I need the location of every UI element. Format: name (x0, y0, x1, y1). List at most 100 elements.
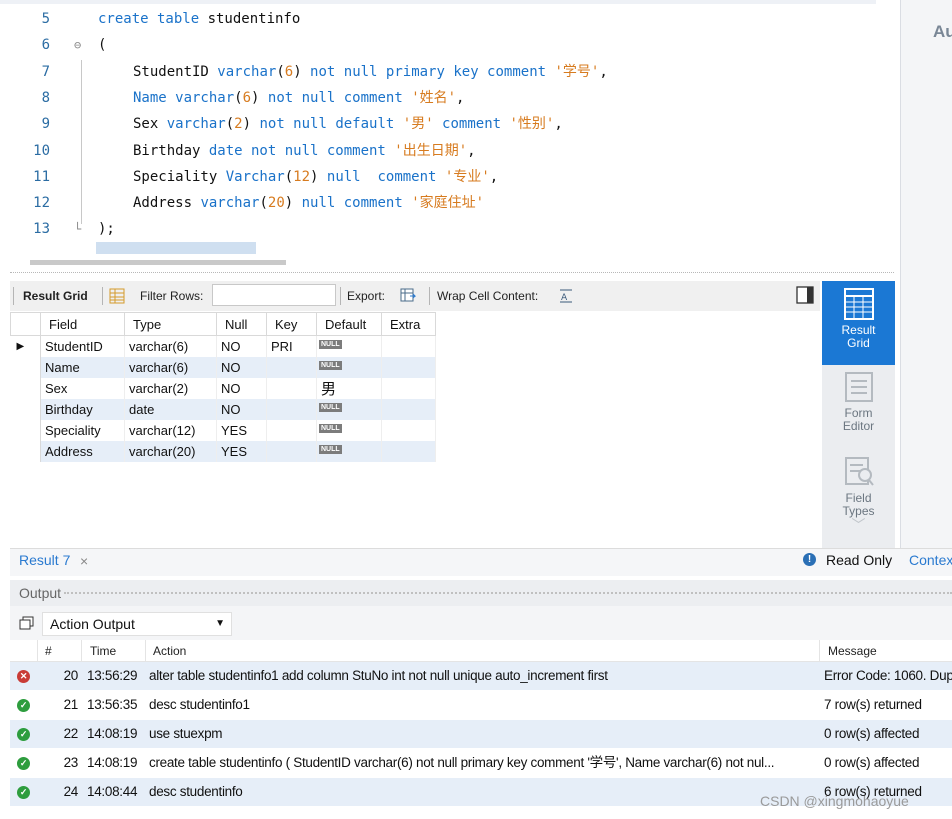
table-row[interactable]: Sex varchar(2) NO 男 (10, 377, 436, 399)
cell-type[interactable]: varchar(20) (124, 440, 217, 462)
cell-key[interactable] (266, 398, 317, 420)
editor-line[interactable]: 5 create table studentinfo (0, 6, 876, 32)
cell-null[interactable]: NO (216, 335, 267, 357)
cell-key[interactable]: PRI (266, 335, 317, 357)
editor-line[interactable]: 13 └); (0, 216, 876, 242)
cell-extra[interactable] (381, 440, 436, 462)
code-token: Birthday (133, 142, 209, 159)
editor-horizontal-scrollbar[interactable] (30, 260, 286, 265)
code-token: studentinfo (207, 11, 301, 27)
cell-null[interactable]: NO (216, 398, 267, 420)
tab-result-7[interactable]: Result 7 (19, 552, 70, 568)
cell-default[interactable]: NULL (316, 419, 382, 441)
line-number: 8 (41, 89, 50, 106)
table-row[interactable]: Birthday date NO NULL (10, 398, 436, 420)
column-divider (81, 640, 82, 662)
cell-field[interactable]: Birthday (40, 398, 125, 420)
cell-default[interactable]: NULL (316, 335, 382, 357)
cell-type[interactable]: varchar(6) (124, 356, 217, 378)
grid-header-null[interactable]: Null (216, 312, 267, 336)
fold-toggle-icon[interactable]: ⊖ (74, 32, 88, 58)
table-row[interactable]: Name varchar(6) NO NULL (10, 356, 436, 378)
chevron-down-icon[interactable]: ﹀ (822, 518, 895, 532)
editor-line[interactable]: 9 Sex varchar(2) not null default '男' com… (0, 111, 876, 137)
code-token: ); (98, 221, 115, 238)
grid-header-field[interactable]: Field (40, 312, 125, 336)
cell-default[interactable]: 男 (316, 377, 382, 399)
cell-null[interactable]: NO (216, 356, 267, 378)
cell-field[interactable]: Name (40, 356, 125, 378)
grid-view-icon[interactable] (109, 288, 125, 304)
filter-rows-input[interactable] (212, 284, 336, 306)
cell-type[interactable]: varchar(12) (124, 419, 217, 441)
sql-editor[interactable]: 5 create table studentinfo 6 ⊖ (7 StudentID v… (0, 0, 876, 260)
tab-context[interactable]: Contex (909, 552, 952, 568)
form-editor-button[interactable]: Form Editor (822, 370, 895, 442)
cell-field[interactable]: StudentID (40, 335, 125, 357)
cell-key[interactable] (266, 440, 317, 462)
output-row[interactable]: ✕ 20 13:56:29 alter table studentinfo1 add … (10, 662, 952, 690)
grid-header-type[interactable]: Type (124, 312, 217, 336)
output-splitter[interactable] (64, 592, 952, 596)
cell-extra[interactable] (381, 377, 436, 399)
table-row[interactable]: ▶ StudentID varchar(6) NO PRI NULL (10, 335, 436, 357)
output-row[interactable]: ✓ 22 14:08:19 use stuexpm 0 row(s) affected (10, 720, 952, 748)
table-row[interactable]: Address varchar(20) YES NULL (10, 440, 436, 462)
code-token: ) (293, 63, 311, 80)
close-icon[interactable]: × (80, 553, 88, 569)
row-marker[interactable] (10, 419, 41, 441)
cell-extra[interactable] (381, 356, 436, 378)
table-row[interactable]: Speciality varchar(12) YES NULL (10, 419, 436, 441)
output-row[interactable]: ✓ 21 13:56:35 desc studentinfo1 7 row(s) ret… (10, 691, 952, 719)
current-row-icon[interactable]: ▶ (10, 335, 41, 357)
cell-extra[interactable] (381, 398, 436, 420)
null-badge: NULL (319, 423, 342, 433)
editor-line[interactable]: 8 Name varchar(6) not null comment '姓名', (0, 85, 876, 111)
code-token: varchar (166, 116, 226, 133)
cell-type[interactable]: date (124, 398, 217, 420)
row-marker[interactable] (10, 440, 41, 462)
code-token: '学号' (554, 63, 600, 80)
editor-line[interactable]: 11 Speciality Varchar(12) null comment '专… (0, 164, 876, 190)
grid-header-default[interactable]: Default (316, 312, 382, 336)
code-token: date not null comment (208, 142, 395, 159)
result-grid-label[interactable]: Result Grid (23, 289, 88, 303)
cell-default[interactable]: NULL (316, 440, 382, 462)
grid-header-extra[interactable]: Extra (381, 312, 436, 336)
field-types-button[interactable]: Field Types ﹀ (822, 455, 895, 545)
export-icon[interactable] (400, 287, 416, 303)
editor-line[interactable]: 7 StudentID varchar(6) not null primary k… (0, 59, 876, 85)
row-marker[interactable] (10, 377, 41, 399)
cell-field[interactable]: Sex (40, 377, 125, 399)
result-grid-button[interactable]: Result Grid (822, 281, 895, 365)
cell-key[interactable] (266, 377, 317, 399)
cell-default[interactable]: NULL (316, 398, 382, 420)
output-row[interactable]: ✓ 23 14:08:19 create table studentinfo ( St… (10, 749, 952, 777)
code-token: ) (284, 195, 302, 212)
cell-null[interactable]: NO (216, 377, 267, 399)
editor-line[interactable]: 10 Birthday date not null comment '出生日期', (0, 138, 876, 164)
editor-line[interactable]: 12 Address varchar(20) null comment '家庭住址… (0, 190, 876, 216)
cell-key[interactable] (266, 419, 317, 441)
splitter[interactable] (10, 272, 894, 276)
row-marker[interactable] (10, 356, 41, 378)
toggle-panel-icon[interactable] (796, 286, 814, 304)
wrap-text-icon[interactable]: A (558, 288, 574, 304)
cell-null[interactable]: YES (216, 440, 267, 462)
toolbar-separator (102, 287, 103, 305)
cell-type[interactable]: varchar(2) (124, 377, 217, 399)
grid-header-key[interactable]: Key (266, 312, 317, 336)
cell-default[interactable]: NULL (316, 356, 382, 378)
cell-null[interactable]: YES (216, 419, 267, 441)
output-type-select[interactable]: Action Output ▼ (42, 612, 232, 636)
fold-toggle-icon[interactable]: └ (74, 216, 88, 242)
cell-field[interactable]: Speciality (40, 419, 125, 441)
cell-key[interactable] (266, 356, 317, 378)
copy-icon[interactable] (19, 616, 35, 630)
cell-field[interactable]: Address (40, 440, 125, 462)
cell-extra[interactable] (381, 335, 436, 357)
row-marker[interactable] (10, 398, 41, 420)
cell-type[interactable]: varchar(6) (124, 335, 217, 357)
cell-extra[interactable] (381, 419, 436, 441)
editor-line[interactable]: 6 ⊖ ( (0, 32, 876, 58)
